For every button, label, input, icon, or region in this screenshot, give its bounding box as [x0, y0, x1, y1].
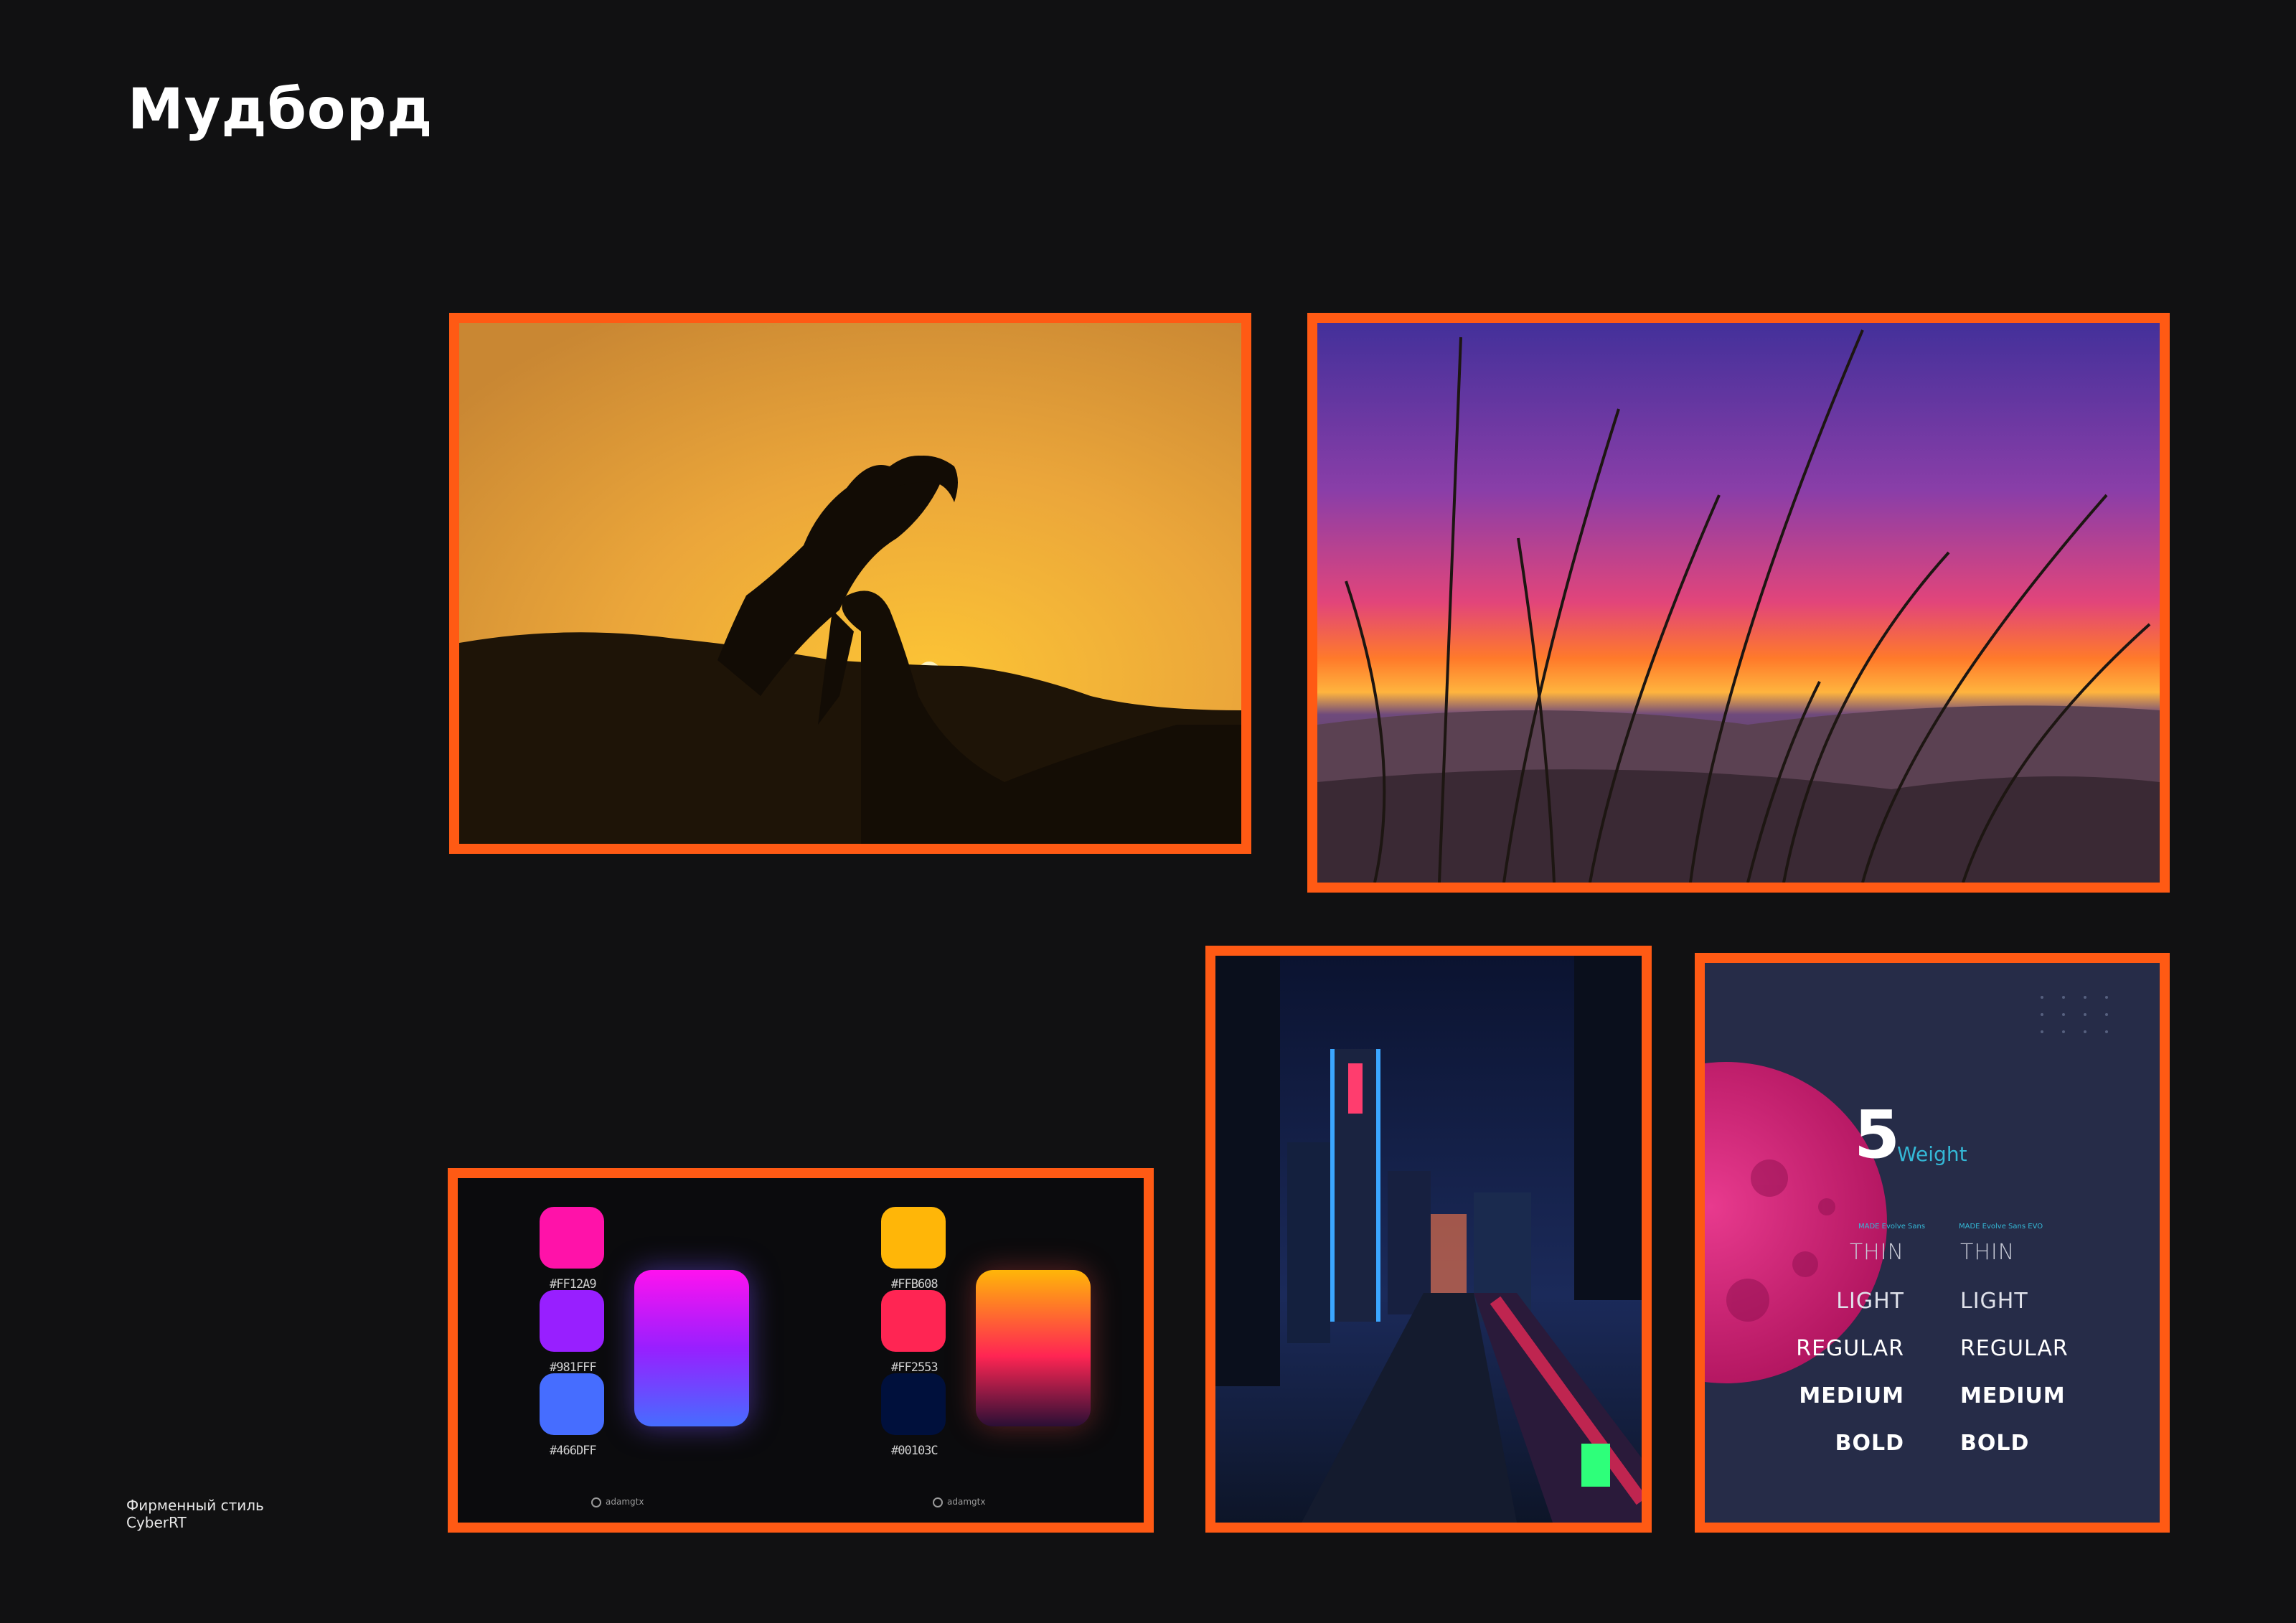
- weight-bold-left: BOLD: [1835, 1431, 1904, 1456]
- credit-handle: adamgtx: [606, 1497, 644, 1507]
- gradient-card: [976, 1270, 1091, 1426]
- weight-label: Weight: [1897, 1142, 1967, 1166]
- instagram-icon: [591, 1497, 601, 1507]
- city-photo: [1215, 956, 1642, 1523]
- color-swatch: [881, 1373, 946, 1435]
- weight-thin-right: THIN: [1960, 1240, 2015, 1265]
- grass-photo: [1317, 323, 2160, 883]
- moodboard-palette-panel: #FF12A9 #981FFF #466DFF adamgtx #FFB608 …: [448, 1168, 1154, 1533]
- weight-bold-right: BOLD: [1960, 1431, 2030, 1456]
- moodboard-image-city: [1205, 946, 1652, 1533]
- color-swatch: [540, 1290, 604, 1352]
- font-name-left: MADE Evolve Sans: [1858, 1223, 1926, 1231]
- weight-regular-right: REGULAR: [1960, 1336, 2069, 1361]
- weight-medium-right: MEDIUM: [1960, 1383, 2066, 1408]
- weight-light-right: LIGHT: [1960, 1289, 2028, 1314]
- color-hex-label: #FFB608: [891, 1277, 938, 1292]
- credit-text: adamgtx: [933, 1497, 985, 1507]
- color-hex-label: #466DFF: [550, 1444, 597, 1458]
- instagram-icon: [933, 1497, 943, 1507]
- color-swatch: [540, 1207, 604, 1269]
- weight-count: 5: [1854, 1096, 1901, 1173]
- weight-light-left: LIGHT: [1836, 1289, 1904, 1314]
- gradient-card: [634, 1270, 749, 1426]
- credit-handle: adamgtx: [947, 1497, 986, 1507]
- weight-thin-left: THIN: [1849, 1240, 1904, 1265]
- font-name-right: MADE Evolve Sans EVO: [1959, 1223, 2043, 1231]
- falcon-photo: [459, 323, 1241, 844]
- credit-text: adamgtx: [591, 1497, 644, 1507]
- moodboard-image-grass: [1307, 313, 2170, 893]
- moodboard-image-falcon: [449, 313, 1251, 854]
- color-hex-label: #FF2553: [891, 1360, 938, 1375]
- weight-medium-left: MEDIUM: [1799, 1383, 1904, 1408]
- page-title: Мудборд: [128, 77, 433, 142]
- footer-caption: Фирменный стиль CyberRT: [126, 1497, 264, 1531]
- color-swatch: [881, 1207, 946, 1269]
- color-swatch: [881, 1290, 946, 1352]
- footer-line-1: Фирменный стиль: [126, 1497, 264, 1514]
- weight-regular-left: REGULAR: [1796, 1336, 1904, 1361]
- color-hex-label: #981FFF: [550, 1360, 597, 1375]
- color-hex-label: #00103C: [891, 1444, 938, 1458]
- footer-line-2: CyberRT: [126, 1514, 187, 1531]
- color-swatch: [540, 1373, 604, 1435]
- color-hex-label: #FF12A9: [550, 1277, 597, 1292]
- moodboard-typography-panel: 5 Weight MADE Evolve Sans MADE Evolve Sa…: [1695, 953, 2170, 1533]
